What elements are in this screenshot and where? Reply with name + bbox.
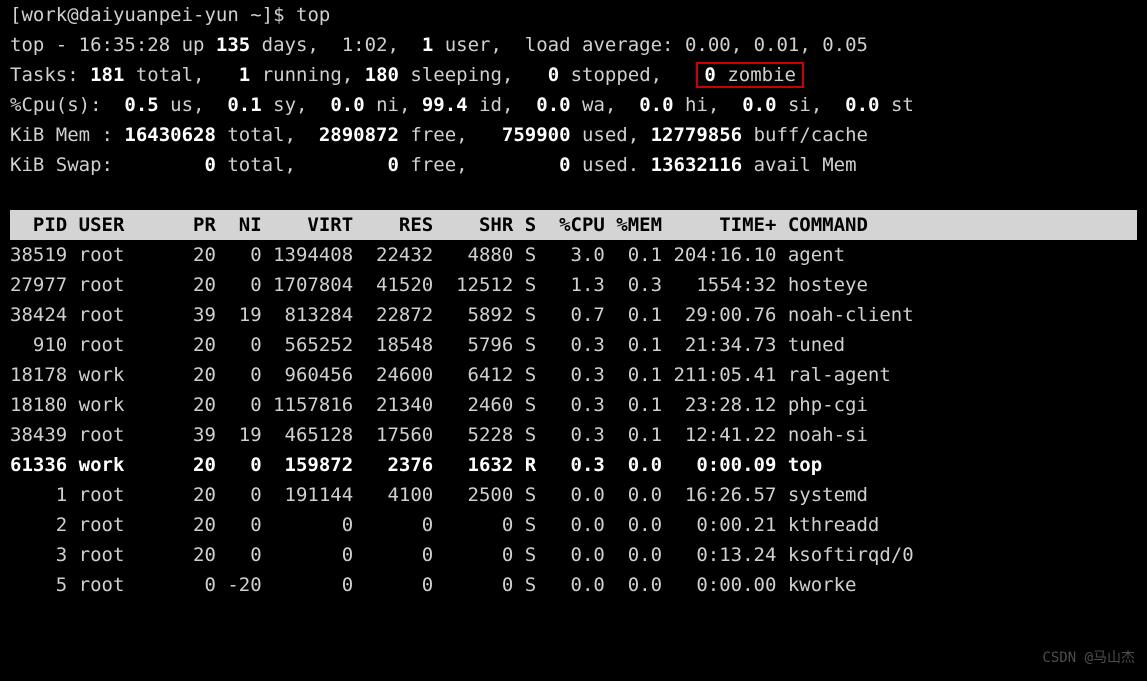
process-table-header: PID USER PR NI VIRT RES SHR S %CPU %MEM … <box>10 210 1137 240</box>
process-row: 38439 root 39 19 465128 17560 5228 S 0.3… <box>10 420 1137 450</box>
process-table-body: 38519 root 20 0 1394408 22432 4880 S 3.0… <box>10 240 1137 600</box>
shell-prompt: [work@daiyuanpei-yun ~]$ <box>10 4 285 26</box>
mem-line: KiB Mem : 16430628 total, 2890872 free, … <box>10 120 1137 150</box>
swap-line: KiB Swap: 0 total, 0 free, 0 used. 13632… <box>10 150 1137 180</box>
process-row: 38424 root 39 19 813284 22872 5892 S 0.7… <box>10 300 1137 330</box>
process-row: 1 root 20 0 191144 4100 2500 S 0.0 0.0 1… <box>10 480 1137 510</box>
process-row: 27977 root 20 0 1707804 41520 12512 S 1.… <box>10 270 1137 300</box>
watermark-text: CSDN @马山杰 <box>1042 643 1135 673</box>
cpu-line: %Cpu(s): 0.5 us, 0.1 sy, 0.0 ni, 99.4 id… <box>10 90 1137 120</box>
zombie-highlight: 0 zombie <box>696 62 804 88</box>
process-row: 61336 work 20 0 159872 2376 1632 R 0.3 0… <box>10 450 1137 480</box>
process-row: 38519 root 20 0 1394408 22432 4880 S 3.0… <box>10 240 1137 270</box>
typed-command[interactable]: top <box>296 4 330 26</box>
process-row: 910 root 20 0 565252 18548 5796 S 0.3 0.… <box>10 330 1137 360</box>
tasks-line: Tasks: 181 total, 1 running, 180 sleepin… <box>10 60 1137 90</box>
process-row: 3 root 20 0 0 0 0 S 0.0 0.0 0:13.24 ksof… <box>10 540 1137 570</box>
uptime-line: top - 16:35:28 up 135 days, 1:02, 1 user… <box>10 30 1137 60</box>
process-row: 2 root 20 0 0 0 0 S 0.0 0.0 0:00.21 kthr… <box>10 510 1137 540</box>
process-row: 5 root 0 -20 0 0 0 S 0.0 0.0 0:00.00 kwo… <box>10 570 1137 600</box>
process-row: 18178 work 20 0 960456 24600 6412 S 0.3 … <box>10 360 1137 390</box>
process-row: 18180 work 20 0 1157816 21340 2460 S 0.3… <box>10 390 1137 420</box>
blank-line <box>10 180 1137 210</box>
shell-prompt-line: [work@daiyuanpei-yun ~]$ top <box>10 0 1137 30</box>
terminal-window: [work@daiyuanpei-yun ~]$ top top - 16:35… <box>0 0 1147 681</box>
